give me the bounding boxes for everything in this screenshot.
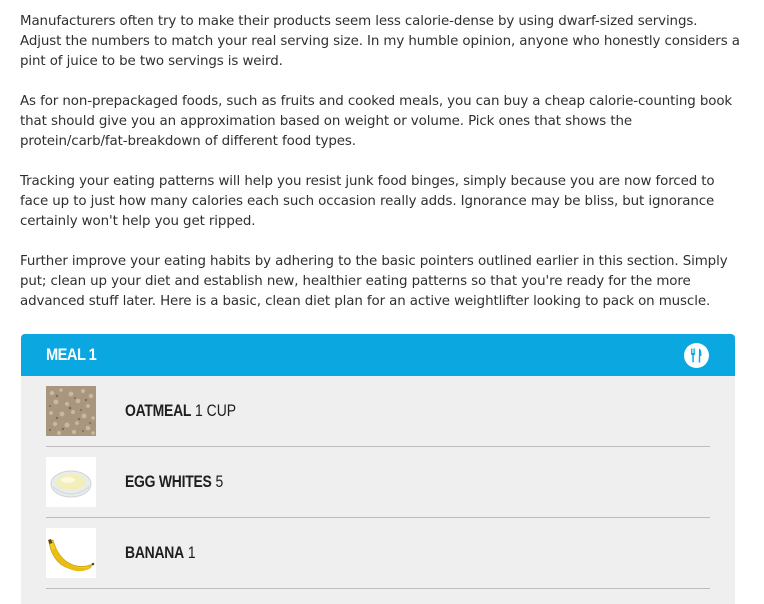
food-name: BANANA bbox=[125, 543, 184, 562]
meal-header: MEAL 1 bbox=[21, 334, 735, 376]
paragraph: Further improve your eating habits by ad… bbox=[20, 254, 728, 309]
egg-whites-image bbox=[46, 457, 96, 507]
paragraph: Tracking your eating patterns will help … bbox=[20, 174, 715, 229]
food-quantity: 1 CUP bbox=[195, 401, 237, 420]
food-name: EGG WHITES bbox=[125, 472, 212, 491]
article-body: Manufacturers often try to make their pr… bbox=[20, 12, 742, 332]
paragraph: Manufacturers often try to make their pr… bbox=[20, 14, 740, 69]
food-label: EGG WHITES 5 bbox=[125, 472, 223, 492]
utensils-icon bbox=[684, 342, 709, 368]
food-quantity: 5 bbox=[215, 472, 224, 491]
food-item-banana: BANANA 1 bbox=[46, 518, 710, 589]
paragraph: As for non-prepackaged foods, such as fr… bbox=[20, 94, 733, 149]
food-quantity: 1 bbox=[187, 543, 196, 562]
meal-title: MEAL 1 bbox=[46, 345, 97, 364]
utensils-icon-glyph bbox=[691, 348, 702, 362]
food-label: BANANA 1 bbox=[125, 543, 196, 563]
meal-card: MEAL 1 OATMEAL 1 CUP EGG WHITES 5 BANANA… bbox=[21, 334, 735, 604]
food-label: OATMEAL 1 CUP bbox=[125, 401, 236, 421]
food-item-egg-whites: EGG WHITES 5 bbox=[46, 447, 710, 518]
oatmeal-image bbox=[46, 386, 96, 436]
food-list: OATMEAL 1 CUP EGG WHITES 5 BANANA 1 bbox=[21, 376, 735, 589]
banana-image bbox=[46, 528, 96, 578]
food-name: OATMEAL bbox=[125, 401, 192, 420]
food-item-oatmeal: OATMEAL 1 CUP bbox=[46, 376, 710, 447]
